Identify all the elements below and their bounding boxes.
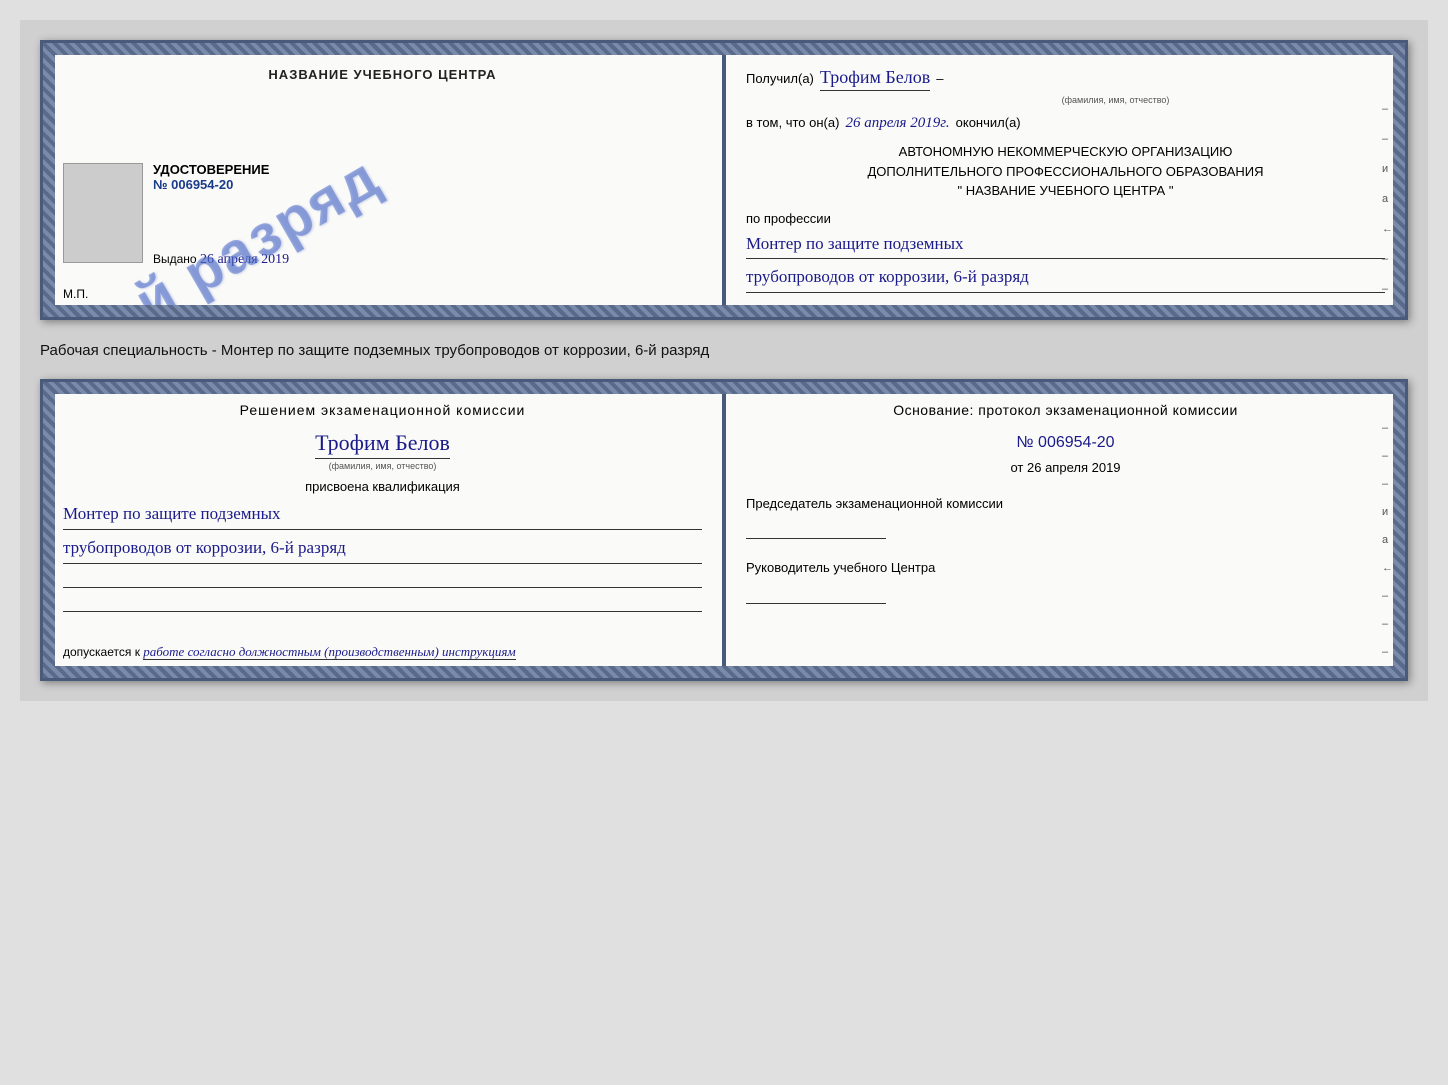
diploma-right-page: Получил(а) Трофим Белов – (фамилия, имя,… bbox=[726, 43, 1405, 317]
diploma-number: № 006954-20 bbox=[153, 177, 702, 192]
udostoverenie-title: УДОСТОВЕРЕНИЕ bbox=[153, 162, 702, 177]
diploma-left-title: НАЗВАНИЕ УЧЕБНОГО ЦЕНТРА bbox=[63, 67, 702, 82]
right-side-decoration: – – и а ← – – – – bbox=[1382, 103, 1393, 317]
dopuskaetsya-text: работе согласно должностным (производств… bbox=[143, 644, 515, 660]
middle-text: Рабочая специальность - Монтер по защите… bbox=[40, 336, 1408, 363]
org-name: " НАЗВАНИЕ УЧЕБНОГО ЦЕНТРА " bbox=[746, 181, 1385, 201]
dopuskaetsya-label: допускается к bbox=[63, 645, 140, 659]
org-block: АВТОНОМНУЮ НЕКОММЕРЧЕСКУЮ ОРГАНИЗАЦИЮ ДО… bbox=[746, 142, 1385, 201]
diploma-left-page: НАЗВАНИЕ УЧЕБНОГО ЦЕНТРА УДОСТОВЕРЕНИЕ №… bbox=[43, 43, 726, 317]
profession-line2-top: трубопроводов от коррозии, 6-й разряд bbox=[746, 263, 1385, 293]
ot-prefix: от bbox=[1010, 460, 1023, 475]
photo-placeholder bbox=[63, 163, 143, 263]
cert-profession-line2: трубопроводов от коррозии, 6-й разряд bbox=[63, 534, 702, 564]
page-wrapper: НАЗВАНИЕ УЧЕБНОГО ЦЕНТРА УДОСТОВЕРЕНИЕ №… bbox=[20, 20, 1428, 701]
udostoverenie-block: УДОСТОВЕРЕНИЕ № 006954-20 bbox=[153, 162, 702, 192]
po-professii-label: по профессии bbox=[746, 211, 1385, 226]
rukovoditel-block: Руководитель учебного Центра bbox=[746, 559, 1385, 603]
rukovoditel-signature bbox=[746, 584, 886, 604]
diploma-book: НАЗВАНИЕ УЧЕБНОГО ЦЕНТРА УДОСТОВЕРЕНИЕ №… bbox=[40, 40, 1408, 320]
osnovanie-title: Основание: протокол экзаменационной коми… bbox=[746, 402, 1385, 418]
cert-line1 bbox=[63, 570, 702, 588]
cert-name-block: Трофим Белов (фамилия, имя, отчество) bbox=[63, 430, 702, 471]
recipient-name-top: Трофим Белов bbox=[820, 67, 930, 91]
date-field: 26 апреля 2019г. bbox=[845, 115, 949, 132]
poluchil-label: Получил(а) bbox=[746, 71, 814, 86]
ot-date: от 26 апреля 2019 bbox=[746, 460, 1385, 475]
dopuskaetsya-block: допускается к работе согласно должностны… bbox=[63, 642, 702, 662]
org-line1: АВТОНОМНУЮ НЕКОММЕРЧЕСКУЮ ОРГАНИЗАЦИЮ bbox=[746, 142, 1385, 162]
cert-recipient-name: Трофим Белов bbox=[315, 430, 450, 459]
cert-date: 26 апреля 2019 bbox=[1027, 460, 1121, 475]
resheniem-title: Решением экзаменационной комиссии bbox=[63, 402, 702, 418]
name-hint-top: (фамилия, имя, отчество) bbox=[846, 95, 1385, 105]
org-line2: ДОПОЛНИТЕЛЬНОГО ПРОФЕССИОНАЛЬНОГО ОБРАЗО… bbox=[746, 162, 1385, 182]
mp-label: М.П. bbox=[63, 287, 88, 301]
vydano-block: Выдано 26 апреля 2019 bbox=[153, 252, 702, 268]
certificate-book: Решением экзаменационной комиссии Трофим… bbox=[40, 379, 1408, 680]
predsedatel-block: Председатель экзаменационной комиссии bbox=[746, 495, 1385, 539]
certificate-left-page: Решением экзаменационной комиссии Трофим… bbox=[43, 382, 726, 677]
predsedatel-signature bbox=[746, 519, 886, 539]
protokol-number: № 006954-20 bbox=[746, 434, 1385, 452]
rukovoditel-label: Руководитель учебного Центра bbox=[746, 559, 1385, 577]
vtom-label: в том, что он(а) bbox=[746, 115, 839, 130]
okochil-label: окончил(а) bbox=[956, 115, 1021, 130]
cert-line2 bbox=[63, 594, 702, 612]
certificate-right-page: Основание: протокол экзаменационной коми… bbox=[726, 382, 1405, 677]
cert-name-hint: (фамилия, имя, отчество) bbox=[63, 461, 702, 471]
poluchil-line: Получил(а) Трофим Белов – bbox=[746, 67, 1385, 91]
profession-line1-top: Монтер по защите подземных bbox=[746, 230, 1385, 260]
right-side-decoration-bottom: – – – и а ← – – – – bbox=[1382, 422, 1393, 677]
cert-profession-line1: Монтер по защите подземных bbox=[63, 500, 702, 530]
predsedatel-label: Председатель экзаменационной комиссии bbox=[746, 495, 1385, 513]
vydano-date: 26 апреля 2019 bbox=[200, 252, 289, 267]
vtom-line: в том, что он(а) 26 апреля 2019г. окончи… bbox=[746, 115, 1385, 132]
dash-top: – bbox=[936, 71, 943, 86]
prisvoena-label: присвоена квалификация bbox=[63, 479, 702, 494]
